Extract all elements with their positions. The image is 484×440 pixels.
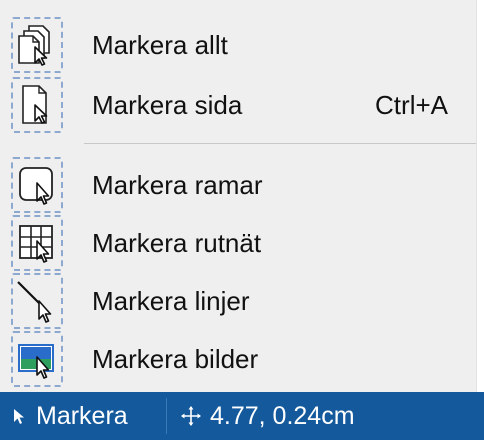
menu-item-select-page[interactable]: Markera sida Ctrl+A: [0, 76, 476, 134]
cursor-position: 4.77, 0.24cm: [180, 392, 484, 440]
menu-item-label: Markera bilder: [92, 344, 259, 374]
menu-item-label: Markera allt: [92, 30, 228, 60]
menu-item-label: Markera linjer: [92, 286, 250, 316]
menu-item-select-all[interactable]: Markera allt: [0, 16, 476, 74]
menu-item-label: Markera rutnät: [92, 228, 262, 258]
current-tool-label: Markera: [36, 402, 128, 430]
menu-item-label: Markera ramar: [92, 170, 263, 200]
select-all-icon: [8, 16, 66, 74]
menu-item-select-lines[interactable]: Markera linjer: [0, 272, 476, 330]
menu-item-label: Markera sida: [92, 90, 243, 120]
pointer-arrow-icon: [14, 409, 24, 424]
select-frames-icon: [8, 156, 66, 214]
screen: Markera allt Markera sida Ctrl+A Markera…: [0, 0, 484, 440]
select-images-icon: [8, 330, 66, 388]
menu-separator: [84, 143, 476, 144]
current-tool[interactable]: Markera: [0, 392, 160, 440]
status-divider: [166, 398, 167, 434]
menu-item-select-frames[interactable]: Markera ramar: [0, 156, 476, 214]
select-grid-icon: [8, 214, 66, 272]
select-lines-icon: [8, 272, 66, 330]
cursor-position-text: 4.77, 0.24cm: [210, 402, 355, 430]
menu-item-shortcut: Ctrl+A: [375, 90, 448, 120]
status-bar: Markera 4.77, 0.24cm: [0, 392, 484, 440]
move-crosshair-icon: [181, 406, 201, 426]
select-page-icon: [8, 76, 66, 134]
menu-item-select-grid[interactable]: Markera rutnät: [0, 214, 476, 272]
menu-item-select-images[interactable]: Markera bilder: [0, 330, 476, 388]
select-menu: Markera allt Markera sida Ctrl+A Markera…: [0, 0, 477, 392]
